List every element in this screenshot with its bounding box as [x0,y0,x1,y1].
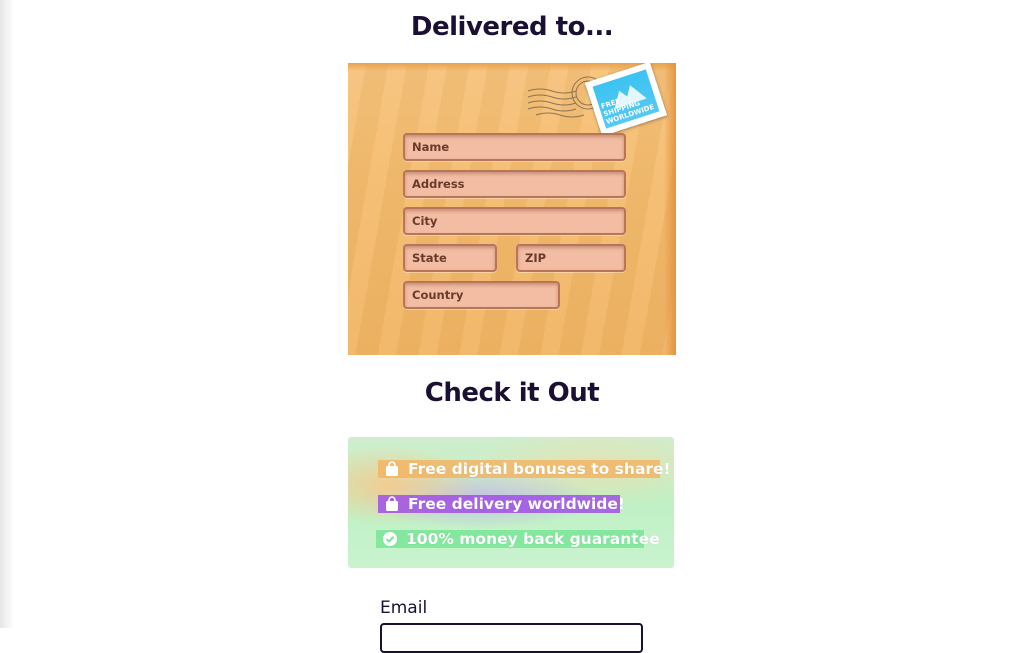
stamp-face: Free Shipping Worldwide [592,69,660,129]
benefit-label: Free digital bonuses to share! [408,460,671,478]
benefit-label: 100% money back guarantee [406,530,660,548]
zip-field[interactable] [516,244,626,272]
state-field[interactable] [403,244,497,272]
city-field[interactable] [403,207,626,235]
delivered-to-heading: Delivered to... [410,12,614,42]
benefit-money-back: 100% money back guarantee [376,530,660,548]
bag-icon [384,496,400,512]
email-label: Email [380,598,428,618]
benefits-panel: Free digital bonuses to share! Free deli… [348,437,674,568]
name-field[interactable] [403,133,626,161]
check-circle-icon [382,531,398,547]
country-field[interactable] [403,281,560,309]
envelope-right-edge [664,63,676,355]
address-field[interactable] [403,170,626,198]
benefit-free-delivery: Free delivery worldwide! [378,495,625,513]
bag-icon [384,461,400,477]
benefit-digital-bonuses: Free digital bonuses to share! [378,460,671,478]
check-it-out-heading: Check it Out [424,378,600,408]
benefit-label: Free delivery worldwide! [408,495,625,513]
page-edge-shadow [0,0,14,628]
shipping-envelope: Free Shipping Worldwide [348,63,676,355]
